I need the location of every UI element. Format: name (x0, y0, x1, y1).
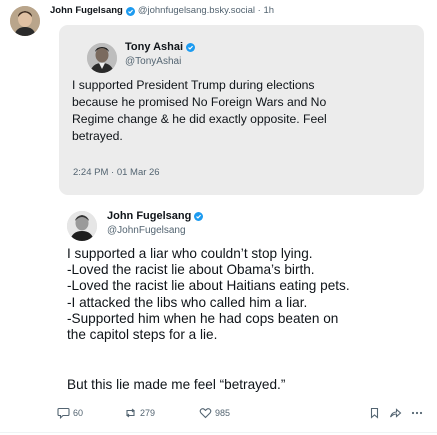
john-fugelsang-avatar (67, 211, 97, 241)
reply-icon (57, 407, 70, 419)
response-tweet-line: -Supported him when he had cops beaten o… (67, 310, 339, 326)
quoted-tweet-line: I supported President Trump during elect… (72, 78, 315, 92)
share-icon (389, 407, 402, 419)
response-tweet-text: I supported a liar who couldn’t stop lyi… (67, 246, 422, 343)
more-icon (411, 407, 423, 419)
post-header: John Fugelsang @johnfugelsang.bsky.socia… (50, 4, 274, 18)
post-action-bar: 60 279 985 (0, 404, 437, 424)
like-icon (199, 407, 212, 419)
like-button[interactable]: 985 (199, 407, 230, 419)
response-tweet-line: I supported a liar who couldn’t stop lyi… (67, 246, 313, 261)
more-options-button[interactable] (411, 407, 423, 419)
bookmark-icon (369, 407, 380, 419)
quoted-tweet-line: Regime change & he did exactly opposite.… (72, 112, 327, 126)
response-author-handle: @JohnFugelsang (107, 225, 186, 236)
post-divider (0, 432, 437, 433)
response-tweet-line: -Loved the racist lie about Obama’s birt… (67, 262, 315, 278)
reply-button[interactable]: 60 (57, 407, 83, 419)
verified-badge-icon (125, 6, 135, 16)
quoted-author-name-text: Tony Ashai (125, 41, 184, 53)
quoted-tweet-card[interactable]: Tony Ashai @TonyAshai I supported Presid… (59, 25, 424, 195)
share-button[interactable] (389, 407, 402, 419)
response-author-name-text: John Fugelsang (107, 210, 192, 222)
response-tweet-line: the capitol steps for a lie. (67, 327, 218, 343)
like-count: 985 (215, 408, 231, 418)
response-tweet-line: -I attacked the libs who called him a li… (67, 294, 308, 310)
repost-button[interactable]: 279 (124, 407, 155, 419)
post-author-name[interactable]: John Fugelsang (50, 4, 123, 18)
verified-badge-icon (186, 42, 196, 52)
verified-badge-icon (194, 211, 204, 221)
quoted-tweet-line: because he promised No Foreign Wars and … (72, 95, 327, 109)
repost-count: 279 (140, 408, 156, 418)
reply-count: 60 (73, 408, 84, 418)
response-tweet-line: -Loved the racist lie about Haitians eat… (67, 278, 350, 294)
post-author-avatar[interactable] (10, 6, 40, 36)
quoted-tweet-text: I supported President Trump during elect… (72, 77, 417, 145)
response-author-name: John Fugelsang (107, 210, 204, 222)
response-tweet-card[interactable]: John Fugelsang @JohnFugelsang I supporte… (59, 199, 424, 419)
quoted-tweet-line: betrayed. (72, 129, 123, 143)
tony-ashai-avatar (87, 43, 117, 73)
quoted-author-handle: @TonyAshai (125, 56, 182, 67)
quoted-author-name: Tony Ashai (125, 41, 196, 53)
response-tweet-closing: But this lie made me feel “betrayed.” (67, 377, 286, 392)
bookmark-button[interactable] (369, 407, 380, 419)
repost-icon (124, 407, 137, 419)
post-author-meta[interactable]: @johnfugelsang.bsky.social · 1h (138, 4, 274, 18)
quoted-tweet-timestamp: 2:24 PM · 01 Mar 26 (73, 167, 160, 178)
